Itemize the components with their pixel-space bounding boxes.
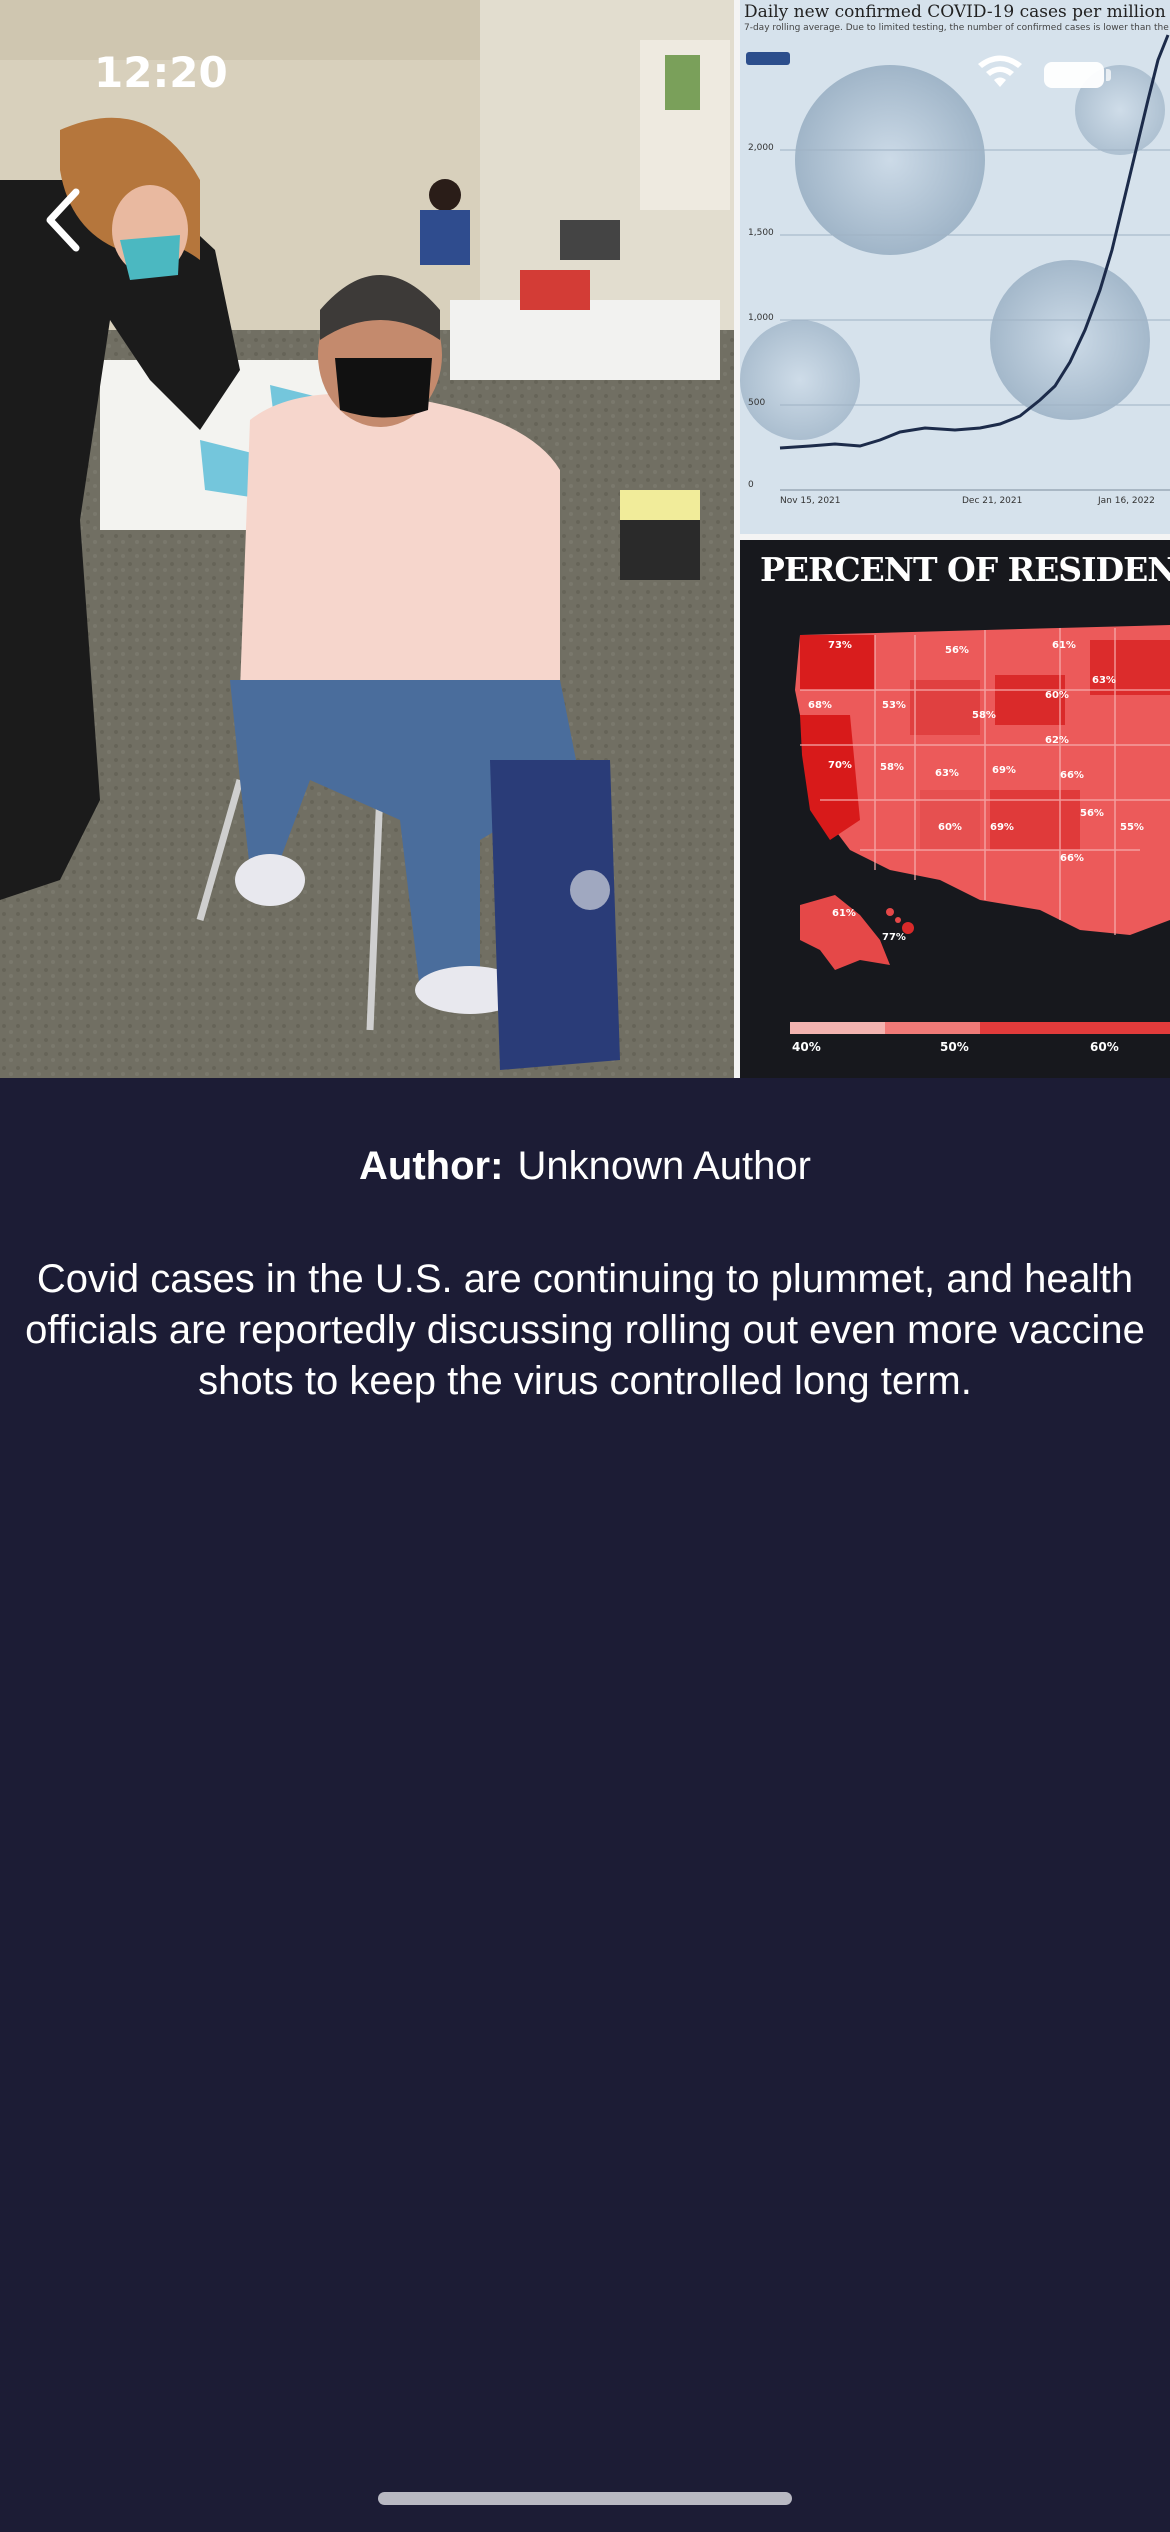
map-label: 69%: [992, 765, 1016, 776]
chart-y-tick: 0: [748, 480, 754, 490]
article-description: Covid cases in the U.S. are continuing t…: [25, 1257, 1145, 1403]
map-label: 58%: [880, 762, 904, 773]
status-bar-time: 12:20: [94, 48, 228, 97]
wifi-icon: [978, 55, 1022, 87]
map-label: 60%: [1045, 690, 1069, 701]
map-label: 56%: [1080, 808, 1104, 819]
map-label: 73%: [828, 640, 852, 651]
chart-title: Daily new confirmed COVID-19 cases per m…: [744, 2, 1170, 22]
chart-y-tick: 2,000: [748, 143, 774, 153]
chart-tag: [746, 52, 790, 65]
map-label: 61%: [1052, 640, 1076, 651]
map-label: 62%: [1045, 735, 1069, 746]
home-indicator[interactable]: [378, 2492, 792, 2505]
map-label: 68%: [808, 700, 832, 711]
battery-nub: [1106, 69, 1111, 81]
map-label: 77%: [882, 932, 906, 943]
chart-y-tick: 1,500: [748, 228, 774, 238]
vaccination-map-panel: PERCENT OF RESIDENTS F: [740, 540, 1170, 1078]
chart-y-tick: 1,000: [748, 313, 774, 323]
author-label: Author:: [359, 1144, 504, 1188]
map-label: 56%: [945, 645, 969, 656]
map-legend-bar: [790, 1022, 1170, 1034]
map-label: 53%: [882, 700, 906, 711]
map-label: 58%: [972, 710, 996, 721]
vaccination-photo: [0, 0, 734, 1078]
chart-y-tick: 500: [748, 398, 766, 408]
map-legend-tick: 50%: [940, 1040, 969, 1054]
map-label: 69%: [990, 822, 1014, 833]
map-label: 66%: [1060, 853, 1084, 864]
map-label: 63%: [1092, 675, 1116, 686]
author-value: Unknown Author: [517, 1144, 811, 1188]
article-hero-image: Daily new confirmed COVID-19 cases per m…: [0, 0, 1170, 1078]
back-button[interactable]: [36, 180, 96, 260]
author-line: Author: Unknown Author: [0, 1138, 1170, 1194]
battery-icon: [1044, 62, 1104, 88]
chart-x-tick: Jan 16, 2022: [1098, 496, 1155, 506]
map-label: 55%: [1120, 822, 1144, 833]
map-legend-tick: 60%: [1090, 1040, 1119, 1054]
map-label: 63%: [935, 768, 959, 779]
map-label: 70%: [828, 760, 852, 771]
us-map: [795, 625, 1170, 970]
map-label: 61%: [832, 908, 856, 919]
chart-x-tick: Nov 15, 2021: [780, 496, 841, 506]
chart-subtitle: 7-day rolling average. Due to limited te…: [744, 23, 1170, 33]
map-legend-tick: 40%: [792, 1040, 821, 1054]
chevron-left-icon: [46, 188, 80, 252]
map-label: 60%: [938, 822, 962, 833]
map-label: 66%: [1060, 770, 1084, 781]
chart-x-tick: Dec 21, 2021: [962, 496, 1023, 506]
